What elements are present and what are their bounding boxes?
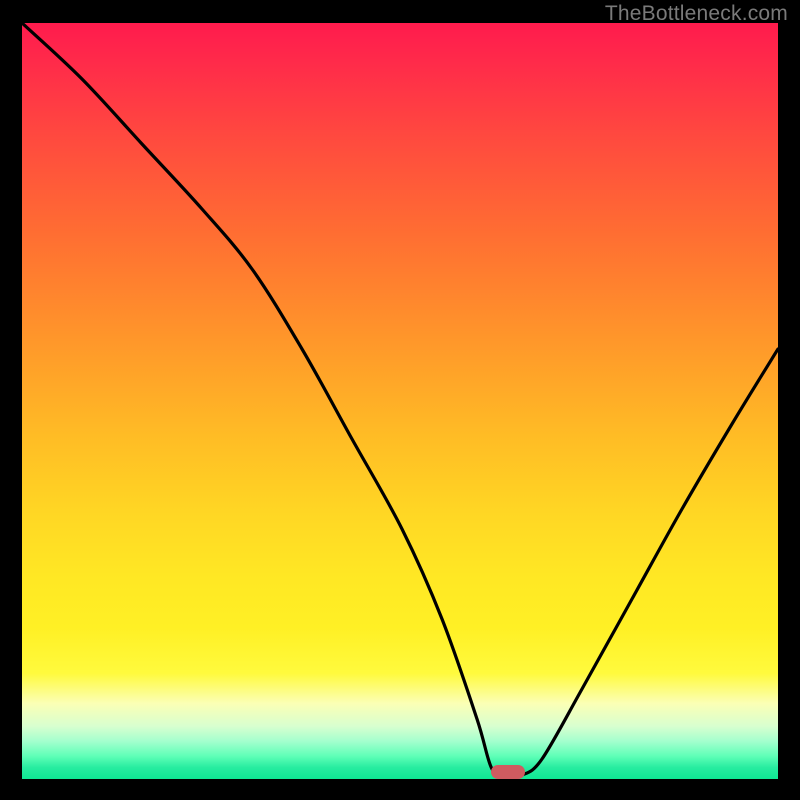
optimal-point-marker [491, 765, 525, 779]
plot-area [22, 23, 778, 779]
chart-frame: TheBottleneck.com [0, 0, 800, 800]
bottleneck-curve-svg [22, 23, 778, 779]
bottleneck-curve-path [22, 23, 778, 776]
